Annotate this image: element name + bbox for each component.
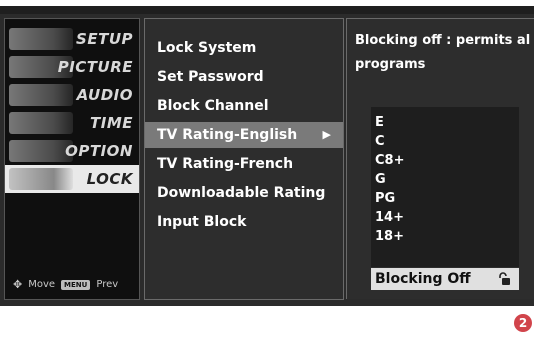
option-thumbnail-icon <box>9 140 73 162</box>
menu-key-icon: MENU <box>61 279 91 290</box>
menu-item-tv-rating-french[interactable]: TV Rating-French <box>145 151 343 177</box>
category-label: OPTION <box>65 142 133 160</box>
setup-thumbnail-icon <box>9 28 73 50</box>
lock-menu-list: Lock System Set Password Block Channel T… <box>144 18 344 300</box>
description-line-2: programs <box>355 57 426 72</box>
menu-item-label: Set Password <box>157 69 264 85</box>
submenu-arrow-icon: ▶ <box>322 128 331 141</box>
menu-item-downloadable-rating[interactable]: Downloadable Rating <box>145 180 343 206</box>
unlocked-padlock-icon <box>499 272 510 285</box>
rating-option-pg[interactable]: PG <box>375 191 395 206</box>
move-arrows-icon: ✥ <box>13 278 23 291</box>
menu-item-label: TV Rating-English <box>157 127 298 143</box>
rating-list: E C C8+ G PG 14+ 18+ <box>371 107 519 267</box>
description-line-1: Blocking off : permits al <box>355 33 531 48</box>
rating-option-18plus[interactable]: 18+ <box>375 229 404 244</box>
menu-item-input-block[interactable]: Input Block <box>145 209 343 235</box>
category-audio[interactable]: AUDIO <box>5 81 139 109</box>
prev-hint-label: Prev <box>96 279 119 290</box>
lock-thumbnail-icon <box>9 168 73 190</box>
category-time[interactable]: TIME <box>5 109 139 137</box>
category-picture[interactable]: PICTURE <box>5 53 139 81</box>
category-label: LOCK <box>86 170 133 188</box>
menu-item-label: Input Block <box>157 214 247 230</box>
rating-option-c[interactable]: C <box>375 134 385 149</box>
menu-item-lock-system[interactable]: Lock System <box>145 35 343 61</box>
blocking-off-label: Blocking Off <box>375 271 471 287</box>
menu-item-label: Block Channel <box>157 98 269 114</box>
category-label: SETUP <box>76 30 133 48</box>
blocking-description: Blocking off : permits al programs <box>355 29 530 77</box>
category-option[interactable]: OPTION <box>5 137 139 165</box>
category-label: TIME <box>90 114 133 132</box>
menu-item-tv-rating-english[interactable]: TV Rating-English ▶ <box>145 122 343 148</box>
rating-detail-panel: Blocking off : permits al programs E C C… <box>346 18 534 299</box>
rating-option-e[interactable]: E <box>375 115 384 130</box>
menu-item-label: Downloadable Rating <box>157 185 326 201</box>
page-number-badge: 2 <box>514 314 532 332</box>
time-thumbnail-icon <box>9 112 73 134</box>
menu-item-block-channel[interactable]: Block Channel <box>145 93 343 119</box>
menu-item-label: Lock System <box>157 40 257 56</box>
top-bar <box>0 6 534 14</box>
menu-item-label: TV Rating-French <box>157 156 294 172</box>
rating-option-14plus[interactable]: 14+ <box>375 210 404 225</box>
category-sidebar: SETUP PICTURE AUDIO TIME OPTION LOCK ✥ M… <box>4 18 140 300</box>
category-label: PICTURE <box>57 58 133 76</box>
menu-item-set-password[interactable]: Set Password <box>145 64 343 90</box>
audio-thumbnail-icon <box>9 84 73 106</box>
rating-option-g[interactable]: G <box>375 172 386 187</box>
category-setup[interactable]: SETUP <box>5 25 139 53</box>
category-lock[interactable]: LOCK <box>5 165 139 193</box>
tv-osd-menu: SETUP PICTURE AUDIO TIME OPTION LOCK ✥ M… <box>0 6 534 306</box>
rating-option-c8plus[interactable]: C8+ <box>375 153 404 168</box>
navigation-hint: ✥ Move MENU Prev <box>13 278 118 291</box>
category-label: AUDIO <box>76 86 133 104</box>
move-hint-label: Move <box>28 279 56 290</box>
blocking-off-option[interactable]: Blocking Off <box>371 268 519 290</box>
